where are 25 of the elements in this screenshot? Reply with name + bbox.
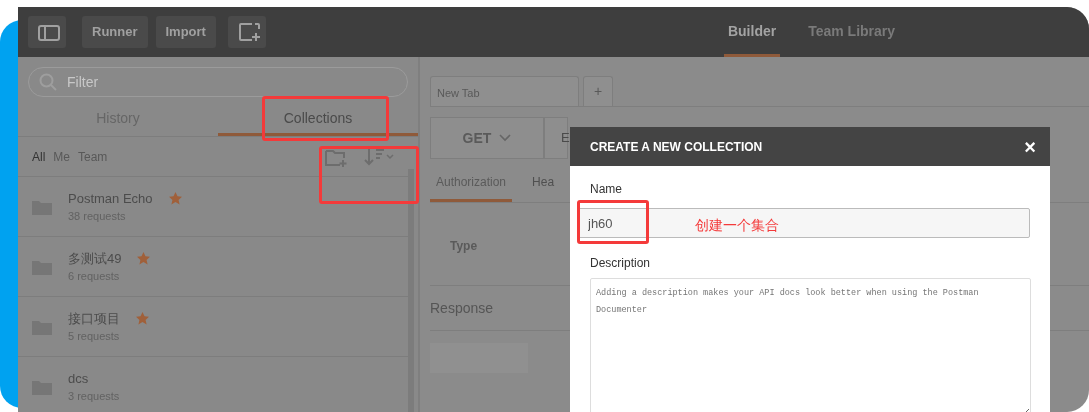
new-window-icon xyxy=(237,22,262,43)
toolbar-button[interactable]: Import xyxy=(155,16,216,48)
header-tab[interactable]: Builder xyxy=(723,7,781,57)
name-label: Name xyxy=(590,181,623,198)
toolbar-button[interactable]: Runner xyxy=(82,16,148,48)
url-field[interactable]: E xyxy=(544,117,568,159)
sidebar-icon xyxy=(38,24,60,41)
description-field[interactable]: Adding a description makes your API docs look better when using the Postman Documenter xyxy=(590,278,1031,412)
request-subtab[interactable]: Hea xyxy=(526,167,561,202)
scope-filter[interactable]: All xyxy=(32,147,46,166)
sidebar-tab[interactable]: Collections xyxy=(218,100,418,136)
modal-title: CREATE A NEW COLLECTION xyxy=(590,138,763,156)
sort-icon xyxy=(364,146,394,167)
collection-name[interactable]: dcs xyxy=(68,368,89,388)
annotation-note: 创建一个集合 xyxy=(695,216,779,235)
annotation-box xyxy=(577,200,649,244)
header-tab[interactable]: Team Library xyxy=(804,7,900,57)
collection-name[interactable]: Postman Echo xyxy=(68,188,153,208)
new-window-button[interactable] xyxy=(227,16,266,48)
collection-name[interactable]: 多测试49 xyxy=(68,248,122,268)
description-label: Description xyxy=(590,255,652,272)
add-tab-button[interactable]: + xyxy=(583,76,613,106)
chevron-down-icon xyxy=(499,134,512,142)
sidebar-toggle-button[interactable] xyxy=(28,16,66,48)
close-button[interactable]: × xyxy=(1024,131,1036,162)
